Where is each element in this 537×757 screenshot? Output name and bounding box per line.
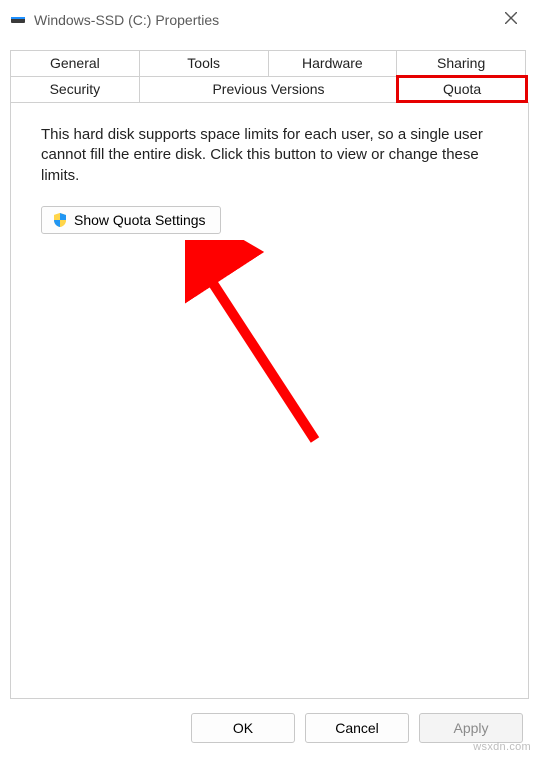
tab-general[interactable]: General <box>10 50 140 76</box>
ok-button[interactable]: OK <box>191 713 295 743</box>
close-button[interactable] <box>491 2 531 34</box>
show-quota-settings-label: Show Quota Settings <box>74 212 206 228</box>
tabs-row-1: General Tools Hardware Sharing <box>10 50 529 76</box>
watermark: wsxdn.com <box>473 741 531 753</box>
tab-sharing[interactable]: Sharing <box>396 50 526 76</box>
tab-panel-quota: This hard disk supports space limits for… <box>10 102 529 699</box>
shield-icon <box>52 212 68 228</box>
apply-button[interactable]: Apply <box>419 713 523 743</box>
window-title: Windows-SSD (C:) Properties <box>34 12 219 28</box>
drive-icon <box>10 12 26 28</box>
show-quota-settings-button[interactable]: Show Quota Settings <box>41 206 221 234</box>
tab-security[interactable]: Security <box>10 76 140 102</box>
tab-previous-versions[interactable]: Previous Versions <box>139 76 399 102</box>
cancel-button[interactable]: Cancel <box>305 713 409 743</box>
tab-tools[interactable]: Tools <box>139 50 269 76</box>
dialog-body: General Tools Hardware Sharing Security … <box>10 50 529 699</box>
tab-quota[interactable]: Quota <box>397 76 527 102</box>
tabs-row-2: Security Previous Versions Quota <box>10 76 529 102</box>
tab-hardware[interactable]: Hardware <box>268 50 398 76</box>
dialog-footer: OK Cancel Apply <box>191 713 523 743</box>
titlebar: Windows-SSD (C:) Properties <box>0 0 537 40</box>
quota-description: This hard disk supports space limits for… <box>41 125 498 186</box>
